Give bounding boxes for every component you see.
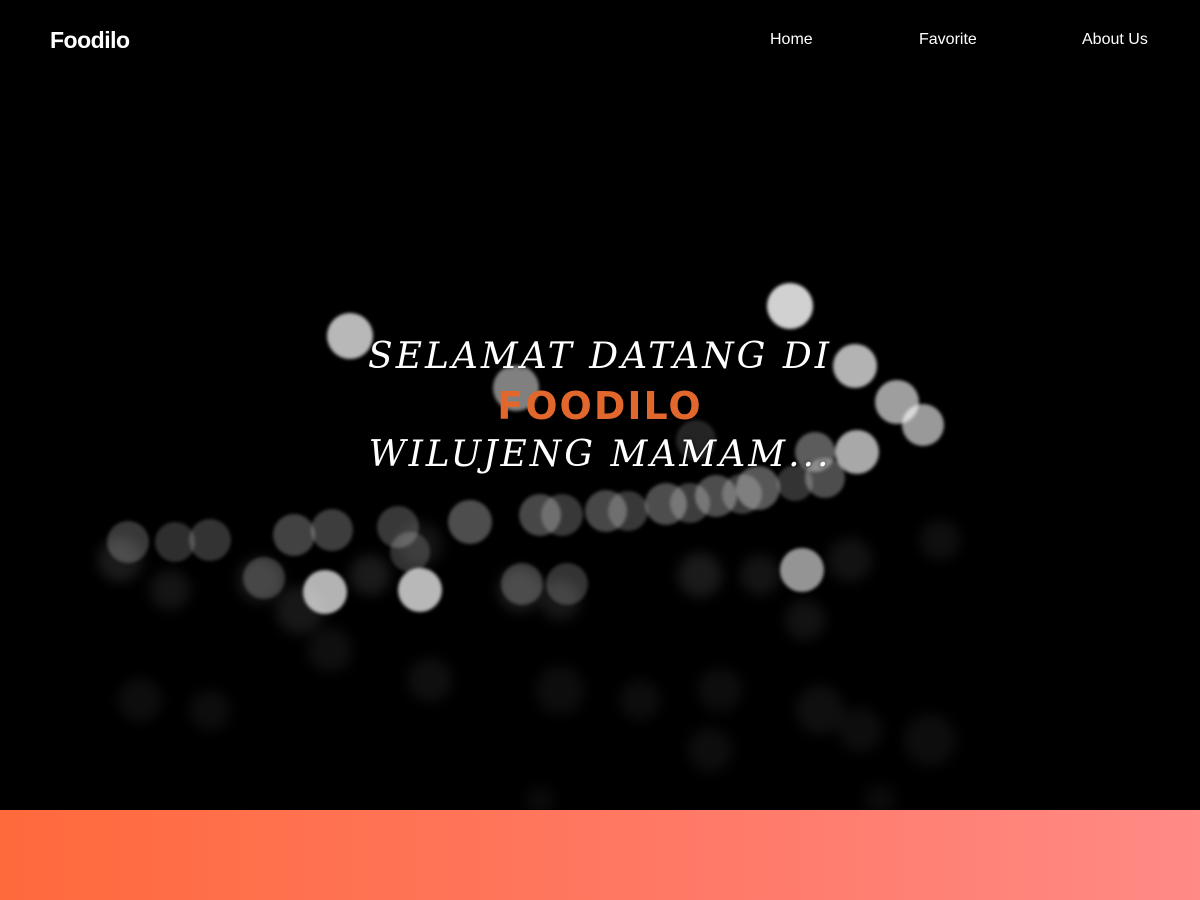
hero-tagline-line: WILUJENG MAMAM... xyxy=(368,434,832,475)
navbar: Foodilo Home Favorite About Us xyxy=(0,0,1200,82)
hero-brand-name: FOODILO xyxy=(497,384,703,428)
nav-about-us-link[interactable]: About Us xyxy=(1082,31,1148,49)
hero-section: Foodilo Home Favorite About Us SELAMAT D… xyxy=(0,0,1200,810)
hero-welcome-line: SELAMAT DATANG DI xyxy=(368,336,832,377)
hero-heading: SELAMAT DATANG DI FOODILO WILUJENG MAMAM… xyxy=(0,333,1200,479)
gradient-section-band xyxy=(0,810,1200,900)
brand-logo-link[interactable]: Foodilo xyxy=(50,27,130,54)
nav-favorite-link[interactable]: Favorite xyxy=(919,31,977,49)
nav-home-link[interactable]: Home xyxy=(770,31,813,49)
page: Foodilo Home Favorite About Us SELAMAT D… xyxy=(0,0,1200,900)
